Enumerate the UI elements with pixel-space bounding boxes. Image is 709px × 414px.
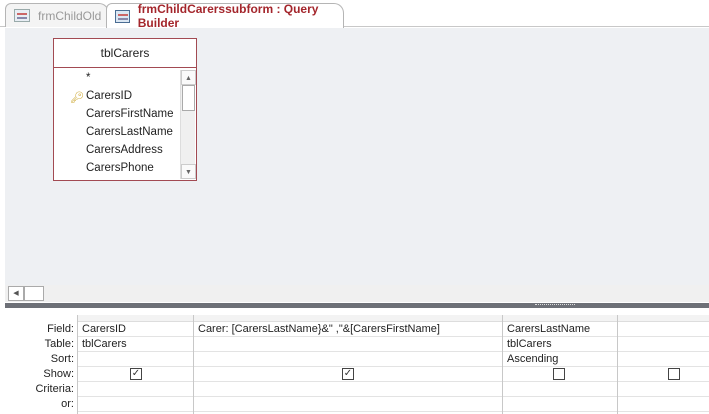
scroll-left-icon[interactable]: ◀ (8, 286, 24, 301)
show-checkbox[interactable]: ✓ (130, 368, 142, 380)
design-grid: Field: Table: Sort: Show: Criteria: or: … (5, 308, 709, 414)
criteria-cell[interactable] (78, 382, 193, 397)
table-cell[interactable] (618, 337, 709, 352)
label-field: Field: (47, 323, 74, 335)
label-or: or: (61, 398, 74, 410)
label-table: Table: (44, 338, 74, 350)
query-icon (115, 9, 130, 23)
sort-cell[interactable] (194, 352, 502, 367)
show-cell: ✓ (78, 367, 193, 382)
field-cell[interactable]: CarersLastName (503, 322, 617, 337)
grid-column-3[interactable]: CarersLastName tblCarers Ascending (502, 315, 617, 414)
field-cell[interactable]: Carer: [CarersLastName}&" ,"&[CarersFirs… (194, 322, 502, 337)
show-checkbox[interactable] (553, 368, 565, 380)
or-cell[interactable] (78, 397, 193, 412)
grid-column-2[interactable]: Carer: [CarersLastName}&" ,"&[CarersFirs… (193, 315, 502, 414)
splitter-grip[interactable] (535, 304, 575, 306)
sort-cell[interactable] (78, 352, 193, 367)
table-cell[interactable] (194, 337, 502, 352)
horizontal-scrollbar[interactable]: ◀ (5, 285, 709, 302)
criteria-cell[interactable] (503, 382, 617, 397)
label-sort: Sort: (50, 353, 74, 365)
scroll-down-icon[interactable]: ▼ (181, 164, 196, 179)
field-carersaddress[interactable]: CarersAddress (54, 141, 180, 159)
sort-cell[interactable]: Ascending (503, 352, 617, 367)
form-icon (14, 9, 30, 22)
column-selector[interactable] (194, 315, 502, 322)
criteria-cell[interactable] (194, 382, 502, 397)
field-carersphone[interactable]: CarersPhone (54, 159, 180, 177)
or-cell[interactable] (194, 397, 502, 412)
show-cell (503, 367, 617, 382)
field-cell[interactable]: CarersID (78, 322, 193, 337)
column-selector[interactable] (618, 315, 709, 322)
table-cell[interactable]: tblCarers (78, 337, 193, 352)
row-labels: Field: Table: Sort: Show: Criteria: or: (5, 322, 76, 412)
field-carerslastname[interactable]: CarersLastName (54, 123, 180, 141)
table-cell[interactable]: tblCarers (503, 337, 617, 352)
criteria-cell[interactable] (618, 382, 709, 397)
column-selector[interactable] (503, 315, 617, 322)
label-show: Show: (43, 368, 74, 380)
or-cell[interactable] (503, 397, 617, 412)
field-carersid[interactable]: 🔑︎ CarersID (54, 87, 180, 105)
field-carersfirstname[interactable]: CarersFirstName (54, 105, 180, 123)
show-cell: ✓ (194, 367, 502, 382)
label-criteria: Criteria: (35, 383, 74, 395)
or-cell[interactable] (618, 397, 709, 412)
table-box-tblcarers[interactable]: tblCarers * 🔑︎ CarersID CarersFirstName C… (53, 38, 197, 181)
show-checkbox[interactable]: ✓ (342, 368, 354, 380)
document-tabs: frmChildOld frmChildCarerssubform : Quer… (0, 0, 709, 30)
tab-query-builder[interactable]: frmChildCarerssubform : Query Builder (106, 2, 344, 30)
table-title[interactable]: tblCarers (54, 39, 196, 68)
column-selector[interactable] (78, 315, 193, 322)
sort-cell[interactable] (618, 352, 709, 367)
grid-column-4[interactable] (617, 315, 709, 414)
show-cell (618, 367, 709, 382)
grid-column-1[interactable]: CarersID tblCarers ✓ (77, 315, 193, 414)
show-checkbox[interactable] (668, 368, 680, 380)
field-cell[interactable] (618, 322, 709, 337)
scroll-thumb[interactable] (24, 286, 44, 301)
field-list-scrollbar[interactable]: ▲ ▼ (180, 70, 196, 179)
field-all[interactable]: * (54, 69, 180, 87)
tab-frmchildold[interactable]: frmChildOld (5, 3, 109, 27)
scroll-thumb[interactable] (182, 85, 195, 111)
scroll-up-icon[interactable]: ▲ (181, 70, 196, 85)
